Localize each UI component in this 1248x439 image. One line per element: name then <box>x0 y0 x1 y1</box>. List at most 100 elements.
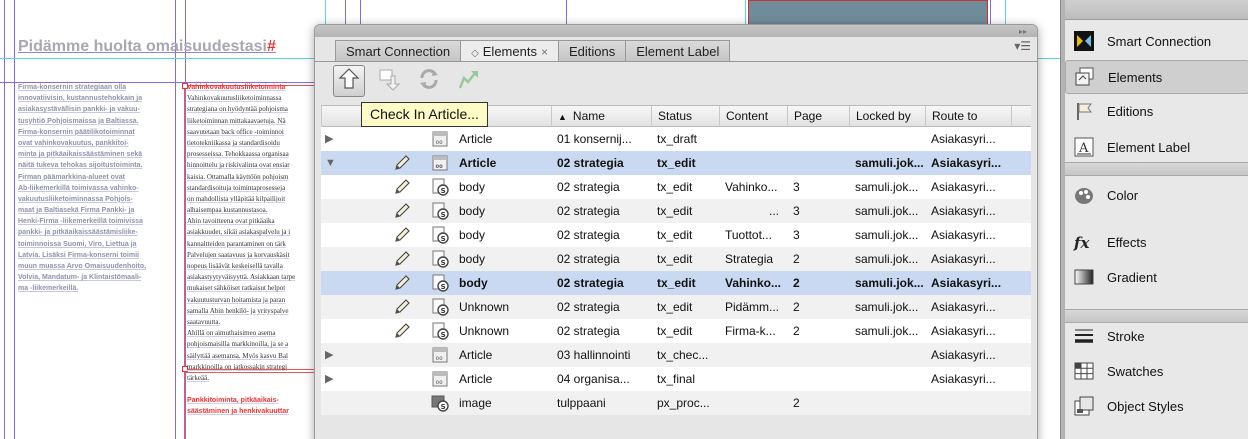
column-header-page[interactable]: Page <box>787 106 822 127</box>
element-locked-by: samuli.jok... <box>855 228 919 242</box>
element-type: body <box>459 252 486 266</box>
effects-icon: fx <box>1073 231 1095 253</box>
element-route-to: Asiakasyri... <box>931 252 996 266</box>
element-content <box>725 367 787 391</box>
element-route-to: Asiakasyri... <box>931 180 996 194</box>
table-row[interactable]: Sbody 02 strategia tx_edit Strategia 2 samuli… <box>321 247 1031 271</box>
dock-item-gradient[interactable]: Gradient <box>1065 260 1248 294</box>
text-line: mukaiset sähköiset ratkaisut helpot <box>187 284 286 293</box>
text-line: Pankkitoiminta, pitkäaikais- <box>187 397 279 405</box>
close-icon[interactable]: × <box>541 45 548 59</box>
column-header-label: Status <box>658 109 693 123</box>
table-row[interactable]: ▼ oo Article 02 strategia tx_edit samuli.jok.… <box>321 151 1031 175</box>
column-header-route-to[interactable]: Route to <box>925 106 977 127</box>
table-row[interactable]: Sbody 02 strategia tx_edit Vahinko... 3 samul… <box>321 175 1031 199</box>
element-name: 02 strategia <box>557 156 624 170</box>
table-row[interactable]: ▶ oo Article 01 konsernij... tx_draft Asiakas… <box>321 127 1031 151</box>
column-header-end <box>1011 106 1018 127</box>
text-line: pankki- ja pitkäaikaissäästämisliike- <box>18 229 138 237</box>
text-line: asiakasystävällisin pankki- ja vakuu- <box>18 106 140 114</box>
element-page: 2 <box>793 276 800 290</box>
table-body: ▶ oo Article 01 konsernij... tx_draft Asiakas… <box>321 127 1031 415</box>
open-in-icon <box>456 66 482 97</box>
text-line: liiketoiminnan mittakaavaetuja. Nä <box>187 116 286 125</box>
dock-item-editions[interactable]: Editions <box>1065 94 1248 128</box>
update-button[interactable] <box>413 65 445 97</box>
text-line: Vahinkovakuutusliiketoiminnassa <box>187 94 282 103</box>
element-content: Vahinko... <box>725 276 782 290</box>
svg-text:S: S <box>441 235 446 243</box>
dock-item-stroke[interactable]: Stroke <box>1065 319 1248 353</box>
column-header-locked-by[interactable]: Locked by <box>849 106 911 127</box>
expand-toggle-icon[interactable]: ▶ <box>325 343 333 367</box>
dock-group-divider[interactable] <box>1065 162 1248 176</box>
dock-item-swatches[interactable]: Swatches <box>1065 354 1248 388</box>
check-in-button[interactable] <box>333 65 365 97</box>
svg-text:S: S <box>441 187 446 195</box>
tab-type-icon: ◇ <box>471 48 479 59</box>
expand-toggle-icon[interactable]: ▶ <box>325 127 333 151</box>
text-line: tusyhtiö Pohjoismaissa ja Baltiassa. <box>18 117 139 125</box>
image-frame[interactable] <box>748 0 988 26</box>
column-header-status[interactable]: Status <box>651 106 692 127</box>
dock-item-object-styles[interactable]: Object Styles <box>1065 389 1248 423</box>
element-content: ... <box>768 204 779 218</box>
table-row[interactable]: ▶ oo Article 03 hallinnointi tx_chec... Asiak… <box>321 343 1031 367</box>
tab-editions[interactable]: Editions <box>557 40 627 62</box>
table-row[interactable]: S Unknown 02 strategia tx_edit Pidämm... 2 sam… <box>321 295 1031 319</box>
element-content: Tuottot... <box>725 228 772 242</box>
text-column-2[interactable]: Vahinkovakuutusliiketoiminta Vahinkovakuu… <box>187 82 317 418</box>
table-row[interactable]: Sbody 02 strategia tx_edit Tuottot... 3 samul… <box>321 223 1031 247</box>
tab-divider <box>315 61 1037 62</box>
dock-item-elements[interactable]: Elements <box>1065 60 1248 94</box>
check-out-button[interactable] <box>373 65 405 97</box>
element-content: Strategia <box>725 252 774 266</box>
element-locked-by: samuli.jok... <box>855 180 919 194</box>
expand-toggle-icon[interactable]: ▼ <box>325 151 336 175</box>
element-status: tx_draft <box>657 132 698 146</box>
element-name: tulppaani <box>557 396 606 410</box>
dock-group-divider[interactable] <box>1065 309 1248 323</box>
table-row[interactable]: Sbody 02 strategia tx_edit Vahinko... 2 samul… <box>321 271 1031 295</box>
element-type: image <box>459 396 492 410</box>
text-component-icon: S <box>431 298 449 316</box>
table-row[interactable]: Simage tulppaani px_proc... 2 <box>321 391 1031 415</box>
dock-item-label: Stroke <box>1107 328 1145 344</box>
text-column-1[interactable]: Firma-konsernin strategiaan olla innovati… <box>18 82 176 295</box>
tab-smart-connection[interactable]: Smart Connection <box>335 40 462 62</box>
text-line: Volvia, Mandatum- ja Klintaistömaali- <box>18 274 142 282</box>
dock-item-element-label[interactable]: A Element Label <box>1065 130 1248 164</box>
element-content: Vahinko... <box>725 180 778 194</box>
table-row[interactable]: S Unknown 02 strategia tx_edit Firma-k... 2 sa… <box>321 319 1031 343</box>
element-status: tx_edit <box>657 204 693 218</box>
element-route-to: Asiakasyri... <box>931 300 996 314</box>
element-content <box>725 151 787 175</box>
expand-toggle-icon[interactable]: ▶ <box>325 367 333 391</box>
dock-item-smart-connection[interactable]: Smart Connection <box>1065 24 1248 58</box>
text-line: maat ja Baltiasekä Firma Pankki- ja <box>18 207 135 215</box>
dock-item-label: Swatches <box>1107 363 1164 379</box>
dock-grip[interactable] <box>1065 0 1248 20</box>
column-header-label: Page <box>794 109 823 123</box>
text-component-icon: S <box>431 178 449 196</box>
dock-item-effects[interactable]: fx Effects <box>1065 225 1248 259</box>
tab-label: Element Label <box>636 44 720 59</box>
collapse-icon[interactable]: ▸▸ <box>1019 27 1027 36</box>
stroke-icon <box>1073 325 1095 347</box>
table-row[interactable]: Sbody 02 strategia tx_edit... 3 samuli.jok..… <box>321 199 1031 223</box>
dock-item-label: Effects <box>1107 234 1147 250</box>
tab-elements[interactable]: ◇ Elements × <box>460 40 559 62</box>
panel-menu-icon[interactable]: ▾☰ <box>1014 39 1031 53</box>
element-type: Unknown <box>459 300 510 314</box>
element-name: 02 strategia <box>557 324 620 338</box>
panel-title-bar[interactable]: ▸▸ <box>315 25 1037 37</box>
tab-element-label[interactable]: Element Label <box>625 40 731 62</box>
text-line: säästäminen ja henkivakuuttar <box>187 408 289 416</box>
table-row[interactable]: ▶ oo Article 04 organisa... tx_final Asiakasy… <box>321 367 1031 391</box>
dock-item-color[interactable]: Color <box>1065 178 1248 212</box>
document-heading[interactable]: Pidämme huolta omaisuudestasi# <box>18 38 276 56</box>
open-in-button[interactable] <box>453 65 485 97</box>
article-icon: oo <box>431 370 449 388</box>
column-header-content[interactable]: Content <box>719 106 768 127</box>
element-status: tx_edit <box>657 180 693 194</box>
